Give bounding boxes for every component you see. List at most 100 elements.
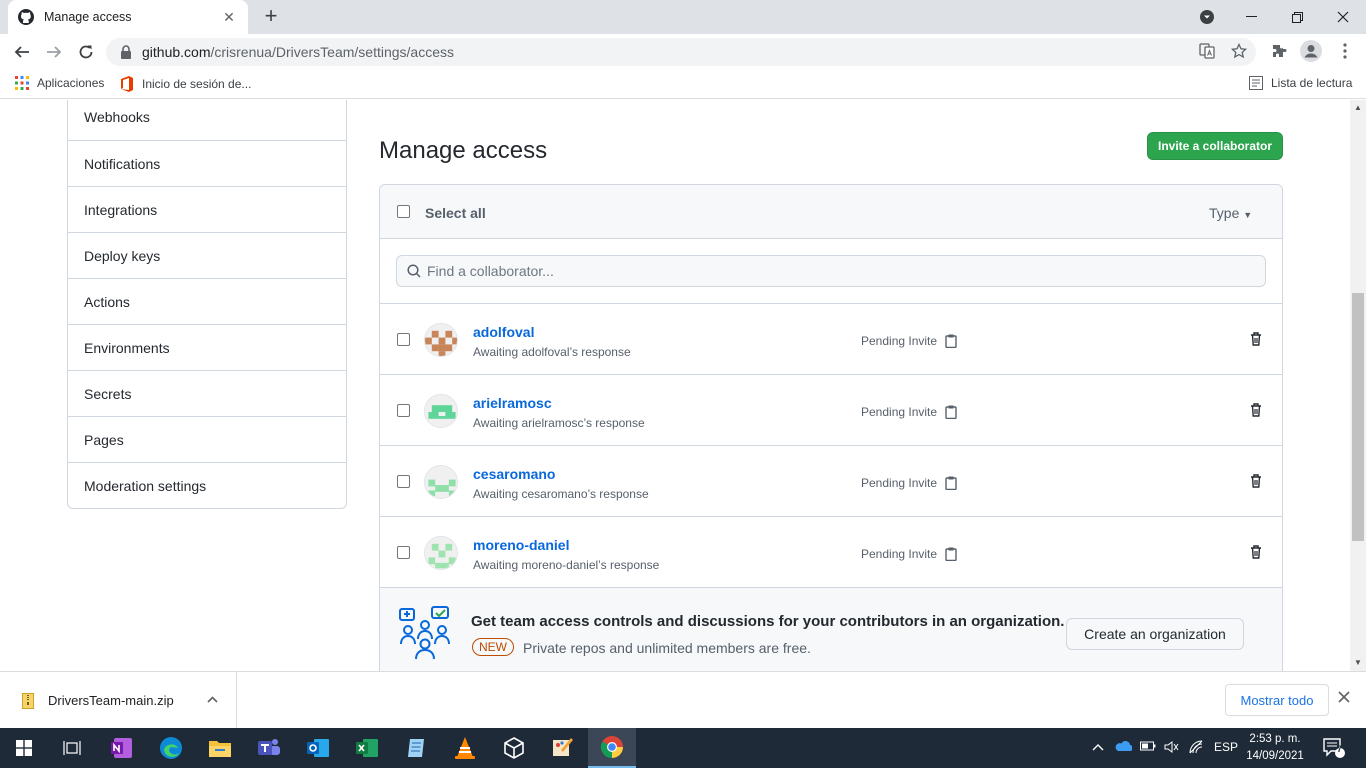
new-tab-icon[interactable]: + <box>260 5 282 27</box>
select-all-label[interactable]: Select all <box>425 205 486 221</box>
avatar[interactable] <box>424 465 458 499</box>
tab-close-icon[interactable]: ✕ <box>220 9 238 26</box>
notification-center-icon[interactable]: 7 <box>1314 728 1354 768</box>
reading-list[interactable]: Lista de lectura <box>1249 76 1352 90</box>
sidebar-item-deploy-keys[interactable]: Deploy keys <box>68 232 346 278</box>
download-item[interactable]: DriversTeam-main.zip <box>0 672 237 729</box>
reload-icon[interactable] <box>74 40 98 64</box>
restore-icon[interactable] <box>1274 0 1320 34</box>
task-view-icon[interactable] <box>48 728 96 768</box>
page-scrollbar[interactable]: ▲ ▼ <box>1350 100 1366 671</box>
caret-down-icon: ▼ <box>1243 210 1253 220</box>
sidebar-item-webhooks[interactable]: Webhooks <box>68 100 346 140</box>
scroll-down-icon[interactable]: ▼ <box>1350 655 1366 671</box>
collaborator-username[interactable]: arielramosc <box>473 395 552 411</box>
bookmark-star-icon[interactable] <box>1228 40 1250 62</box>
windows-start-icon[interactable] <box>0 728 48 768</box>
collaborator-search <box>396 255 1266 287</box>
bookmarks-bar: Aplicaciones Inicio de sesión de... List… <box>0 70 1366 99</box>
avatar[interactable] <box>424 536 458 570</box>
collaborator-checkbox[interactable] <box>397 475 410 488</box>
invite-collaborator-button[interactable]: Invite a collaborator <box>1147 132 1283 160</box>
chrome-taskbar-icon[interactable] <box>588 728 636 768</box>
windows-taskbar: ESP 2:53 p. m. 14/09/2021 7 <box>0 728 1366 768</box>
type-filter-dropdown[interactable]: Type ▼ <box>1209 205 1252 221</box>
search-input[interactable] <box>427 263 1227 279</box>
trash-icon[interactable] <box>1250 545 1262 559</box>
excel-icon[interactable] <box>343 728 391 768</box>
collaborator-row: adolfoval Awaiting adolfoval’s response … <box>380 304 1282 375</box>
extensions-icon[interactable] <box>1268 40 1290 62</box>
trash-icon[interactable] <box>1250 403 1262 417</box>
tray-overflow-icon[interactable] <box>1092 740 1104 754</box>
profile-avatar-icon[interactable] <box>1300 40 1322 62</box>
create-organization-button[interactable]: Create an organization <box>1066 618 1244 650</box>
tab-search-icon[interactable] <box>1184 0 1230 34</box>
show-all-downloads-button[interactable]: Mostrar todo <box>1225 684 1329 716</box>
window-close-icon[interactable] <box>1320 0 1366 34</box>
trash-icon[interactable] <box>1250 474 1262 488</box>
edge-icon[interactable] <box>147 728 195 768</box>
chevron-up-icon[interactable] <box>207 692 218 706</box>
collaborator-checkbox[interactable] <box>397 546 410 559</box>
avatar[interactable] <box>424 323 458 357</box>
type-filter-label: Type <box>1209 205 1240 221</box>
battery-icon[interactable] <box>1140 740 1156 755</box>
copy-invite-icon[interactable] <box>945 334 957 348</box>
volume-icon[interactable] <box>1164 740 1180 757</box>
avatar[interactable] <box>424 394 458 428</box>
outlook-icon[interactable] <box>294 728 342 768</box>
scrollbar-thumb[interactable] <box>1352 293 1364 541</box>
back-icon[interactable] <box>10 40 34 64</box>
sidebar-item-integrations[interactable]: Integrations <box>68 186 346 232</box>
onedrive-icon[interactable] <box>1114 740 1133 755</box>
scroll-up-icon[interactable]: ▲ <box>1350 100 1366 116</box>
collaborator-username[interactable]: moreno-daniel <box>473 537 569 553</box>
notification-count: 7 <box>1337 744 1343 754</box>
sidebar-item-environments[interactable]: Environments <box>68 324 346 370</box>
collaborator-username[interactable]: cesaromano <box>473 466 555 482</box>
sidebar-item-notifications[interactable]: Notifications <box>68 140 346 186</box>
collaborator-checkbox[interactable] <box>397 404 410 417</box>
sidebar-item-moderation-settings[interactable]: Moderation settings <box>68 462 346 508</box>
vlc-icon[interactable] <box>441 728 489 768</box>
forward-icon[interactable] <box>42 40 66 64</box>
select-all-checkbox[interactable] <box>397 205 410 218</box>
copy-invite-icon[interactable] <box>945 476 957 490</box>
teams-icon[interactable] <box>245 728 293 768</box>
pending-invite-label: Pending Invite <box>861 547 938 561</box>
tab-title: Manage access <box>44 10 132 24</box>
copy-invite-icon[interactable] <box>945 547 957 561</box>
taskbar-clock[interactable]: 2:53 p. m. 14/09/2021 <box>1244 731 1306 765</box>
copy-invite-icon[interactable] <box>945 405 957 419</box>
collaborator-row: cesaromano Awaiting cesaromano’s respons… <box>380 446 1282 517</box>
browser-tab[interactable]: Manage access ✕ <box>8 0 248 34</box>
page-content: Webhooks Notifications Integrations Depl… <box>0 100 1350 671</box>
wifi-icon[interactable] <box>1188 740 1204 757</box>
file-explorer-icon[interactable] <box>196 728 244 768</box>
sidebar-item-secrets[interactable]: Secrets <box>68 370 346 416</box>
promo-headline: Get team access controls and discussions… <box>471 613 1065 630</box>
sidebar-item-pages[interactable]: Pages <box>68 416 346 462</box>
collaborator-username[interactable]: adolfoval <box>473 324 534 340</box>
collaborator-checkbox[interactable] <box>397 333 410 346</box>
minimize-icon[interactable] <box>1228 0 1274 34</box>
collaborator-status: Awaiting arielramosc’s response <box>473 416 645 430</box>
virtualbox-icon[interactable] <box>490 728 538 768</box>
close-downloads-icon[interactable] <box>1338 690 1350 708</box>
apps-grid-icon <box>15 76 29 90</box>
onenote-icon[interactable] <box>98 728 146 768</box>
pending-invite-label: Pending Invite <box>861 405 938 419</box>
sidebar-item-actions[interactable]: Actions <box>68 278 346 324</box>
language-indicator[interactable]: ESP <box>1214 740 1238 754</box>
bookmark-apps[interactable]: Aplicaciones <box>15 76 104 90</box>
chrome-menu-icon[interactable] <box>1334 40 1356 62</box>
notepad-app-icon[interactable] <box>392 728 440 768</box>
translate-icon[interactable] <box>1196 40 1218 62</box>
bookmark-office[interactable]: Inicio de sesión de... <box>120 76 251 92</box>
trash-icon[interactable] <box>1250 332 1262 346</box>
lock-icon[interactable] <box>120 45 134 59</box>
address-bar[interactable]: github.com/crisrenua/DriversTeam/setting… <box>106 38 1256 66</box>
office-icon <box>120 76 134 92</box>
paint-app-icon[interactable] <box>539 728 587 768</box>
